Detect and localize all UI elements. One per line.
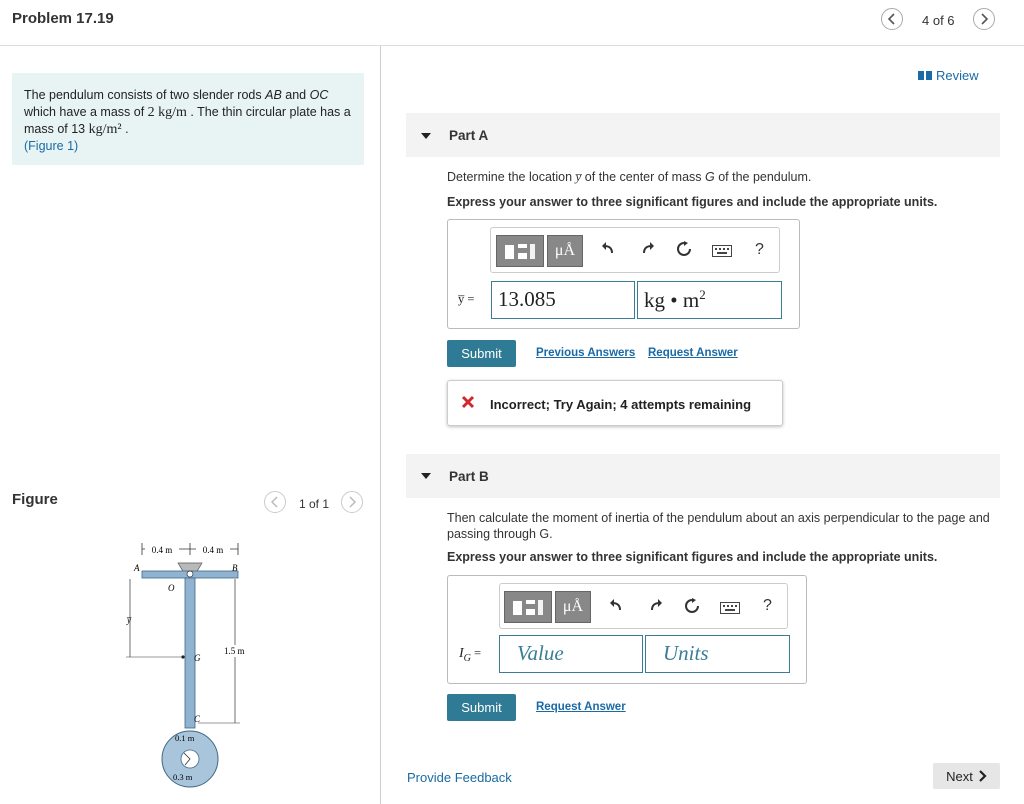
dim-left-label: 0.4 m [152,545,173,555]
label-a: A [133,563,140,573]
rod-mass-value: 2 kg/m [147,105,187,120]
chevron-right-icon [981,13,989,25]
part-a-submit-button[interactable]: Submit [447,340,516,367]
undo-icon[interactable] [600,240,616,261]
reset-icon[interactable] [676,241,692,262]
next-label: Next [946,768,973,784]
part-a-request-answer-link[interactable]: Request Answer [648,347,738,359]
pivot-pin [186,570,194,578]
part-a-value-input[interactable]: 13.085 [491,281,635,319]
problem-text: and [281,88,310,102]
dim-right-label: 0.4 m [203,545,224,555]
templates-icon [505,244,535,259]
part-a-variable-label: y̅ = [458,292,475,306]
reset-icon[interactable] [684,598,700,619]
ybar-label: y̅ [126,615,132,625]
chevron-right-icon [349,496,357,508]
part-b-prompt: Then calculate the moment of inertia of … [447,511,990,541]
keyboard-icon[interactable] [720,601,740,619]
problem-text: The pendulum consists of two slender rod… [24,88,266,102]
part-a-label: Part A [449,128,489,143]
problem-page-indicator: 4 of 6 [922,13,955,28]
part-b-header[interactable] [406,454,1000,498]
length-label: 1.5 m [224,646,245,656]
label-o: O [168,583,175,593]
problem-title: Problem 17.19 [12,10,114,27]
figure-prev-button[interactable] [264,491,286,513]
part-b-submit-button[interactable]: Submit [447,694,516,721]
review-link[interactable]: Review [918,68,979,83]
chevron-left-icon [270,496,278,508]
problem-text: which have a mass of [24,105,148,119]
units-button[interactable]: μÅ [555,591,591,623]
collapse-triangle-icon[interactable] [421,133,431,139]
pendulum-figure: 0.4 m 0.4 m A B O 1.5 m y̅ G C 0.1 m 0.3… [126,543,252,788]
help-icon[interactable]: ? [755,241,764,259]
prompt-text: of the pendulum. [714,170,812,184]
templates-icon [513,600,543,615]
outer-radius-label: 0.3 m [173,772,193,782]
label-c: C [194,714,201,724]
plate-mass-unit: kg/m² [88,122,122,137]
feedback-text: Incorrect; Try Again; 4 attempts remaini… [490,397,752,412]
part-a-units-input[interactable]: kg • m2 [637,281,782,319]
redo-icon[interactable] [640,240,656,261]
part-a-prompt: Determine the location y̅ of the center … [447,169,811,185]
prev-problem-button[interactable] [881,8,903,30]
provide-feedback-link[interactable]: Provide Feedback [407,770,512,785]
figure-pager: 1 of 1 [299,497,330,511]
part-b-request-answer-link[interactable]: Request Answer [536,701,626,713]
help-icon[interactable]: ? [763,597,772,615]
review-label: Review [936,68,979,83]
templates-button[interactable] [496,235,544,267]
header-bar [0,0,1024,46]
problem-text: . [121,122,129,136]
collapse-triangle-icon[interactable] [421,473,431,479]
redo-icon[interactable] [648,597,664,618]
prompt-text: of the center of mass [581,170,705,184]
units-text: kg • m [644,288,700,312]
previous-answers-link[interactable]: Previous Answers [536,347,635,359]
part-b-value-input[interactable]: Value [499,635,643,673]
book-icon [918,71,932,80]
prompt-variable: G [705,170,715,184]
part-b-instruction: Express your answer to three significant… [447,550,938,564]
figure-next-button[interactable] [341,491,363,513]
keyboard-icon[interactable] [712,244,732,262]
var-equals: = [470,646,482,660]
center-of-mass-dot [181,655,185,659]
inner-radius-label: 0.1 m [175,733,195,743]
next-button[interactable]: Next [933,763,1000,789]
label-b: B [232,563,238,573]
units-button[interactable]: μÅ [547,235,583,267]
units-exponent: 2 [699,287,706,302]
part-b-units-input[interactable]: Units [645,635,790,673]
rod-ab-label: AB [265,88,282,102]
paren: ) [74,139,79,153]
figure-heading: Figure [12,491,58,508]
part-a-header[interactable] [406,113,1000,157]
prompt-text: Determine the location [447,170,576,184]
chevron-left-icon [887,13,895,25]
part-a-instruction: Express your answer to three significant… [447,195,938,209]
next-problem-button[interactable] [973,8,995,30]
undo-icon[interactable] [608,597,624,618]
figure-link[interactable]: Figure 1 [28,139,74,153]
part-b-label: Part B [449,469,489,484]
chevron-right-icon [979,770,987,782]
error-x-icon [461,395,475,414]
part-b-variable-label: IG = [459,646,481,664]
rod-oc-label: OC [309,88,329,102]
templates-button[interactable] [504,591,552,623]
var-subscript: G [463,652,471,664]
label-g: G [194,653,201,663]
problem-statement: The pendulum consists of two slender rod… [12,73,364,165]
